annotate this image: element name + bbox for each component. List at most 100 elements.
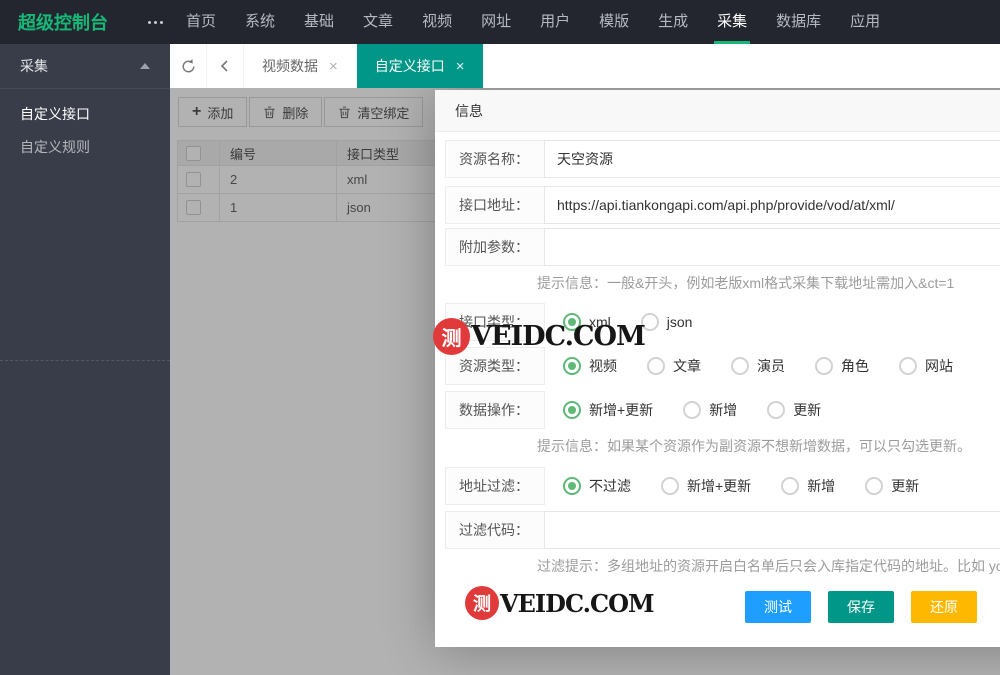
radio-icon: [563, 313, 581, 331]
radio-label: 演员: [757, 356, 785, 376]
nav-item-home[interactable]: 首页: [186, 0, 216, 44]
interface-type-label: 接口类型：: [445, 303, 545, 341]
radio-label: xml: [589, 314, 611, 330]
form-row-filter-code: 过滤代码：: [445, 511, 1000, 549]
hint-extra-params: 提示信息：一般&开头，例如老版xml格式采集下载地址需加入&ct=1: [445, 274, 1000, 292]
radio-label: 角色: [841, 356, 869, 376]
nav-item-collect[interactable]: 采集: [717, 0, 747, 44]
nav-item-template[interactable]: 模版: [599, 0, 629, 44]
form-row-interface-type: 接口类型： xml json: [445, 303, 1000, 341]
radio-label: 新增: [807, 476, 835, 496]
tab-back-button[interactable]: [207, 44, 244, 88]
radio-label: 新增+更新: [687, 476, 751, 496]
radio-icon: [815, 357, 833, 375]
tab-bar: 视频数据 × 自定义接口 ×: [170, 44, 1000, 88]
api-url-input[interactable]: [544, 186, 1000, 224]
save-button[interactable]: 保存: [828, 591, 894, 623]
radio-label: 网站: [925, 356, 953, 376]
dialog-body: 资源名称： 接口地址： 附加参数： 提示信息：一般&开头，例如老版xml格式采集…: [435, 140, 1000, 623]
nav-item-video[interactable]: 视频: [422, 0, 452, 44]
close-icon[interactable]: ×: [329, 59, 338, 74]
resource-type-label: 资源类型：: [445, 347, 545, 385]
radio-add-update[interactable]: 新增+更新: [563, 400, 653, 420]
radio-website[interactable]: 网站: [899, 356, 953, 376]
radio-label: 不过滤: [589, 476, 631, 496]
radio-label: 新增: [709, 400, 737, 420]
url-filter-radios: 不过滤 新增+更新 新增 更新: [545, 467, 949, 505]
data-action-radios: 新增+更新 新增 更新: [545, 391, 851, 429]
radio-add[interactable]: 新增: [683, 400, 737, 420]
nav-item-basic[interactable]: 基础: [304, 0, 334, 44]
radio-icon: [731, 357, 749, 375]
more-menu-icon[interactable]: [138, 0, 172, 44]
nav-item-url[interactable]: 网址: [481, 0, 511, 44]
radio-filter-add[interactable]: 新增: [781, 476, 835, 496]
filter-code-label: 过滤代码：: [445, 511, 545, 549]
radio-label: 视频: [589, 356, 617, 376]
radio-icon: [563, 357, 581, 375]
sidebar-item-custom-api[interactable]: 自定义接口: [0, 98, 170, 131]
radio-icon: [683, 401, 701, 419]
nav-item-generate[interactable]: 生成: [658, 0, 688, 44]
radio-update[interactable]: 更新: [767, 400, 821, 420]
dialog-buttons: 测试 保存 还原: [745, 591, 1000, 623]
radio-icon: [661, 477, 679, 495]
sidebar: 采集 自定义接口 自定义规则: [0, 44, 170, 675]
tab-custom-api[interactable]: 自定义接口 ×: [357, 44, 484, 88]
nav-item-system[interactable]: 系统: [245, 0, 275, 44]
form-row-extra-params: 附加参数：: [445, 228, 1000, 266]
radio-icon: [865, 477, 883, 495]
form-row-resource-name: 资源名称：: [445, 140, 1000, 178]
url-filter-label: 地址过滤：: [445, 467, 545, 505]
chevron-left-icon: [218, 59, 232, 73]
close-icon[interactable]: ×: [456, 59, 465, 74]
refresh-button[interactable]: [170, 44, 207, 88]
radio-xml[interactable]: xml: [563, 313, 611, 331]
resource-type-radios: 视频 文章 演员 角色 网站: [545, 347, 983, 385]
form-row-url-filter: 地址过滤： 不过滤 新增+更新 新增 更新: [445, 467, 1000, 505]
sidebar-group-collect[interactable]: 采集: [0, 44, 170, 89]
nav-item-article[interactable]: 文章: [363, 0, 393, 44]
radio-icon: [781, 477, 799, 495]
form-row-resource-type: 资源类型： 视频 文章 演员 角色 网站: [445, 347, 1000, 385]
hint-filter-code: 过滤提示：多组地址的资源开启白名单后只会入库指定代码的地址。比如 youku,i: [445, 557, 1000, 575]
extra-params-input[interactable]: [544, 228, 1000, 266]
caret-up-icon: [140, 63, 150, 69]
radio-icon: [563, 401, 581, 419]
radio-role[interactable]: 角色: [815, 356, 869, 376]
restore-button[interactable]: 还原: [911, 591, 977, 623]
radio-article[interactable]: 文章: [647, 356, 701, 376]
main-nav: 首页 系统 基础 文章 视频 网址 用户 模版 生成 采集 数据库 应用: [186, 0, 880, 44]
data-action-label: 数据操作：: [445, 391, 545, 429]
resource-name-input[interactable]: [544, 140, 1000, 178]
tab-video-data[interactable]: 视频数据 ×: [244, 44, 357, 88]
top-navbar: 超级控制台 首页 系统 基础 文章 视频 网址 用户 模版 生成 采集 数据库 …: [0, 0, 1000, 44]
radio-label: json: [667, 314, 693, 330]
sidebar-item-custom-rule[interactable]: 自定义规则: [0, 131, 170, 164]
form-row-data-action: 数据操作： 新增+更新 新增 更新: [445, 391, 1000, 429]
form-row-api-url: 接口地址：: [445, 186, 1000, 224]
sidebar-group-label: 采集: [20, 56, 48, 76]
radio-no-filter[interactable]: 不过滤: [563, 476, 631, 496]
dialog-title: 信息: [435, 90, 1000, 132]
app-logo[interactable]: 超级控制台: [0, 9, 138, 35]
radio-icon: [563, 477, 581, 495]
tab-label: 视频数据: [262, 56, 318, 76]
api-url-label: 接口地址：: [445, 186, 545, 224]
radio-video[interactable]: 视频: [563, 356, 617, 376]
filter-code-input[interactable]: [544, 511, 1000, 549]
nav-item-user[interactable]: 用户: [540, 0, 570, 44]
radio-actor[interactable]: 演员: [731, 356, 785, 376]
radio-label: 更新: [891, 476, 919, 496]
nav-item-app[interactable]: 应用: [850, 0, 880, 44]
tab-label: 自定义接口: [375, 56, 445, 76]
nav-item-database[interactable]: 数据库: [776, 0, 821, 44]
test-button[interactable]: 测试: [745, 591, 811, 623]
radio-filter-update[interactable]: 更新: [865, 476, 919, 496]
radio-icon: [767, 401, 785, 419]
radio-filter-add-update[interactable]: 新增+更新: [661, 476, 751, 496]
resource-name-label: 资源名称：: [445, 140, 545, 178]
interface-type-radios: xml json: [545, 303, 722, 341]
radio-json[interactable]: json: [641, 313, 693, 331]
radio-icon: [647, 357, 665, 375]
